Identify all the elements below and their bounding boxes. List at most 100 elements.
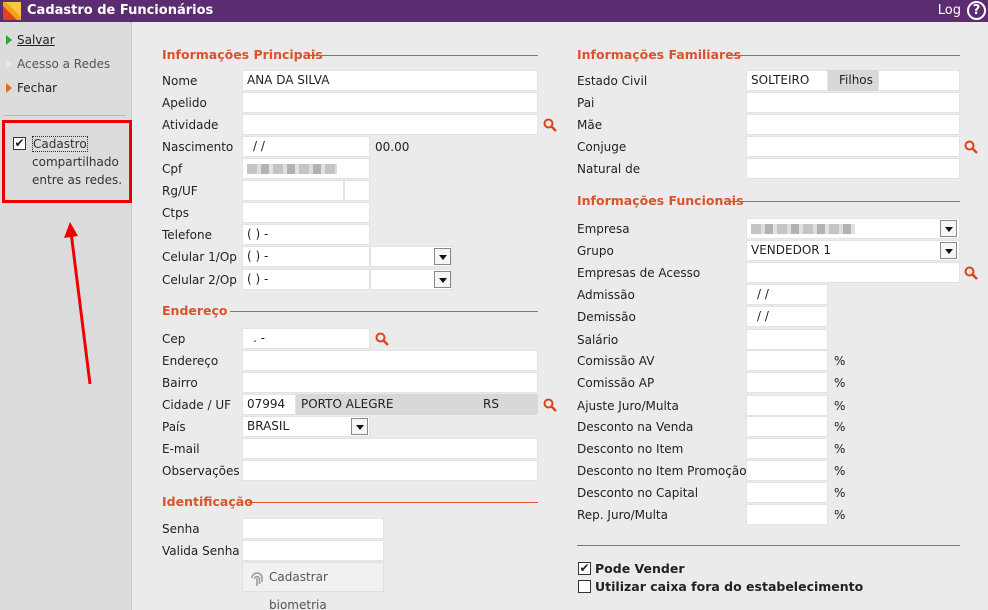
desconto-item-input[interactable] (746, 438, 828, 459)
label-celular1: Celular 1/Op (162, 250, 237, 264)
shared-checkbox-box[interactable]: ✔ (13, 137, 26, 150)
cpf-input[interactable] (242, 158, 370, 179)
fingerprint-icon (251, 572, 263, 586)
chevron-down-icon[interactable] (351, 418, 368, 435)
ajuste-juro-input[interactable] (746, 395, 828, 416)
celular1-input[interactable]: ( ) - (242, 246, 370, 267)
cep-input[interactable]: . - (242, 328, 370, 349)
save-label: Salvar (17, 33, 55, 47)
register-biometrics-button[interactable]: Cadastrar biometria (242, 562, 384, 610)
mae-input[interactable] (746, 114, 960, 135)
telefone-input[interactable]: ( ) - (242, 224, 370, 245)
percent-sign: % (834, 486, 846, 500)
section-title-address: Endereço (162, 303, 228, 318)
comissao-ap-input[interactable] (746, 372, 828, 393)
help-icon[interactable]: ? (967, 1, 986, 20)
desconto-venda-input[interactable] (746, 416, 828, 437)
caixa-fora-label: Utilizar caixa fora do estabelecimento (595, 579, 864, 594)
senha-input[interactable] (242, 518, 384, 539)
label-salario: Salário (577, 333, 619, 347)
close-button[interactable]: Fechar (6, 79, 57, 97)
redacted-value (247, 163, 337, 174)
window-title: Cadastro de Funcionários (27, 3, 214, 18)
chevron-down-icon[interactable] (434, 271, 451, 288)
celular2-input[interactable]: ( ) - (242, 269, 370, 290)
chevron-down-icon[interactable] (940, 220, 957, 237)
search-icon[interactable] (543, 118, 557, 132)
desconto-item-promo-input[interactable] (746, 460, 828, 481)
conjuge-input[interactable] (746, 136, 960, 157)
admissao-input[interactable]: / / (746, 284, 828, 305)
chevron-down-icon[interactable] (434, 248, 451, 265)
save-button[interactable]: Salvar (6, 31, 55, 49)
demissao-input[interactable]: / / (746, 306, 828, 327)
label-nascimento: Nascimento (162, 140, 234, 154)
label-desconto-capital: Desconto no Capital (577, 486, 699, 500)
play-disabled-icon (6, 59, 12, 69)
section-divider (230, 311, 538, 312)
pode-vender-checkbox[interactable]: ✔ (578, 562, 591, 575)
label-mae: Mãe (577, 118, 603, 132)
section-divider (729, 55, 960, 56)
apelido-input[interactable] (242, 92, 538, 113)
percent-sign: % (834, 420, 846, 434)
rg-uf-input[interactable] (344, 180, 370, 201)
grupo-select[interactable]: VENDEDOR 1 (746, 240, 960, 261)
label-desconto-venda: Desconto na Venda (577, 420, 694, 434)
label-empresa: Empresa (577, 222, 630, 236)
valida-senha-input[interactable] (242, 540, 384, 561)
label-pais: País (162, 420, 186, 434)
label-valida-senha: Valida Senha (162, 544, 240, 558)
close-label: Fechar (17, 81, 58, 95)
percent-sign: % (834, 399, 846, 413)
caixa-fora-checkbox[interactable] (578, 580, 591, 593)
percent-sign: % (834, 442, 846, 456)
log-link[interactable]: Log (938, 3, 961, 18)
label-bairro: Bairro (162, 376, 198, 390)
app-logo-icon (3, 2, 21, 20)
email-input[interactable] (242, 438, 538, 459)
chevron-down-icon[interactable] (940, 242, 957, 259)
observacoes-input[interactable] (242, 460, 538, 481)
bairro-input[interactable] (242, 372, 538, 393)
label-email: E-mail (162, 442, 200, 456)
uf-field: RS (478, 394, 538, 415)
shared-checkbox-label-rest: compartilhado entre as redes. (32, 155, 123, 187)
comissao-av-input[interactable] (746, 350, 828, 371)
search-icon[interactable] (375, 332, 389, 346)
search-icon[interactable] (964, 266, 978, 280)
annotation-arrow-icon (64, 222, 92, 385)
shared-registration-checkbox[interactable]: ✔ Cadastro compartilhado entre as redes. (13, 135, 133, 189)
atividade-input[interactable] (242, 114, 538, 135)
nascimento-input[interactable]: / / (242, 136, 370, 157)
label-cpf: Cpf (162, 162, 183, 176)
empresas-acesso-input[interactable] (746, 262, 960, 283)
label-celular2: Celular 2/Op (162, 273, 237, 287)
rep-juro-input[interactable] (746, 504, 828, 525)
filhos-input[interactable] (878, 70, 960, 91)
pai-input[interactable] (746, 92, 960, 113)
empresa-select[interactable] (746, 218, 960, 239)
network-access-button[interactable]: Acesso a Redes (6, 55, 110, 73)
search-icon[interactable] (543, 398, 557, 412)
cidade-code-input[interactable]: 07994 (242, 394, 296, 415)
nome-input[interactable]: ANA DA SILVA (242, 70, 538, 91)
label-atividade: Atividade (162, 118, 219, 132)
label-apelido: Apelido (162, 96, 207, 110)
salario-input[interactable] (746, 329, 828, 350)
window-titlebar: Cadastro de Funcionários Log ? (0, 0, 988, 22)
label-cidade: Cidade / UF (162, 398, 232, 412)
desconto-capital-input[interactable] (746, 482, 828, 503)
estado-civil-input[interactable]: SOLTEIRO (746, 70, 828, 91)
section-divider (248, 502, 538, 503)
label-rg: Rg/UF (162, 184, 198, 198)
natural-input[interactable] (746, 158, 960, 179)
rg-input[interactable] (242, 180, 344, 201)
sidebar-divider (4, 115, 126, 116)
ctps-input[interactable] (242, 202, 370, 223)
play-orange-icon (6, 83, 12, 93)
label-senha: Senha (162, 522, 200, 536)
endereco-input[interactable] (242, 350, 538, 371)
label-comissao-av: Comissão AV (577, 354, 655, 368)
search-icon[interactable] (964, 140, 978, 154)
